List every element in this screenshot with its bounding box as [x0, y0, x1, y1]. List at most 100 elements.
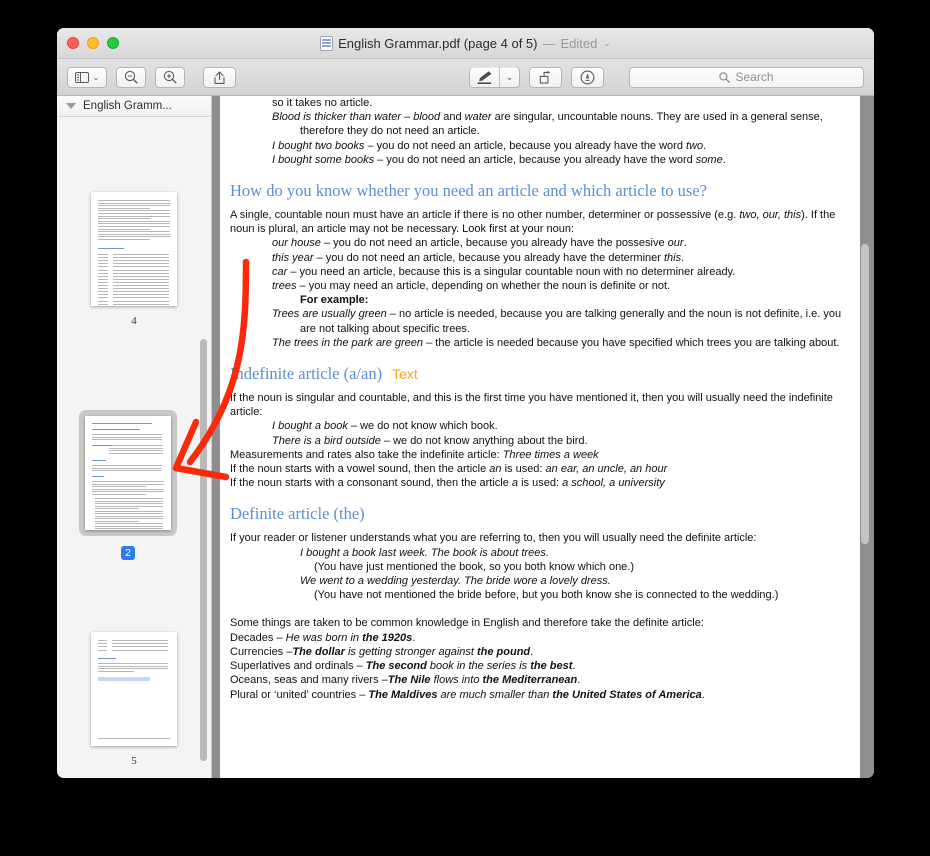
document-paragraph: I bought a book – we do not know which b…	[272, 420, 498, 433]
window-controls[interactable]	[67, 37, 119, 49]
thumbnail-text-line	[92, 423, 152, 425]
thumbnail-text-line	[98, 260, 108, 262]
thumbnail-text-line	[95, 513, 163, 515]
document-paragraph: our house – you do not need an article, …	[272, 237, 687, 250]
thumbnail-text-line	[98, 213, 170, 215]
thumbnail-text-line	[112, 646, 168, 648]
thumbnail-page-4[interactable]: 4	[71, 192, 197, 329]
document-paragraph: trees – you may need an article, dependi…	[272, 280, 671, 293]
thumbnail-page-5[interactable]: 5	[71, 632, 197, 769]
document-paragraph: Currencies –The dollar is getting strong…	[230, 645, 534, 658]
search-input[interactable]: Search	[629, 66, 864, 88]
pdf-page-content: so it takes no article. Blood is thicker …	[220, 96, 860, 702]
thumbnail-text-line	[109, 450, 163, 452]
thumbnail-text-line	[95, 503, 163, 505]
thumbnail-text-line	[98, 233, 170, 235]
thumbnail-text-line	[113, 300, 169, 302]
screen: English Grammar.pdf (page 4 of 5) — Edit…	[0, 0, 930, 856]
thumbnail-label: 4	[131, 315, 137, 327]
thumbnail-text-line	[98, 294, 108, 296]
thumbnail-list[interactable]: 4 2 5	[57, 117, 211, 778]
pdf-document-icon	[320, 36, 334, 51]
markup-button[interactable]	[470, 67, 499, 88]
thumbnail-text-line	[98, 202, 170, 204]
thumbnail-text-line	[98, 239, 150, 241]
thumbnail-text-line	[98, 263, 108, 265]
document-paragraph: If the noun starts with a consonant soun…	[230, 477, 665, 490]
thumbnail-image	[85, 416, 171, 530]
thumbnail-text-line	[95, 505, 163, 507]
text-annotation[interactable]: Text	[392, 366, 418, 382]
thumbnail-text-line	[92, 491, 164, 493]
thumbnail-selection-frame	[79, 410, 177, 536]
zoom-out-button[interactable]	[116, 66, 146, 88]
thumbnail-text-line	[98, 254, 108, 256]
window-titlebar[interactable]: English Grammar.pdf (page 4 of 5) — Edit…	[57, 28, 874, 59]
toolbar-markup-group: ⌄	[469, 66, 604, 88]
thumbnail-text-line	[92, 436, 162, 438]
document-pane[interactable]: so it takes no article. Blood is thicker …	[212, 96, 874, 778]
document-heading: How do you know whether you need an arti…	[230, 181, 707, 201]
thumbnail-text-line	[95, 520, 139, 522]
thumbnail-text-line	[98, 285, 108, 287]
sidebar-icon	[74, 71, 89, 83]
document-paragraph: If the noun is singular and countable, a…	[230, 392, 833, 419]
rotate-left-button[interactable]	[529, 66, 562, 88]
document-scrollbar[interactable]	[861, 244, 869, 544]
thumbnail-text-line	[98, 665, 168, 667]
thumbnail-text-line	[109, 452, 163, 454]
thumbnail-text-line	[98, 248, 124, 250]
document-paragraph: Oceans, seas and many rivers –The Nile f…	[230, 674, 581, 687]
annotate-button[interactable]	[571, 66, 604, 88]
document-paragraph: If your reader or listener understands w…	[230, 532, 757, 545]
thumbnail-text-line	[98, 288, 108, 290]
sidebar-scrollbar[interactable]	[200, 339, 207, 761]
document-paragraph: (You have not mentioned the bride before…	[314, 589, 779, 602]
thumbnail-page-2[interactable]: 2	[65, 410, 191, 561]
thumbnail-text-line	[95, 510, 163, 512]
thumbnail-text-line	[95, 528, 163, 530]
thumbnail-text-line	[98, 210, 170, 212]
document-paragraph: this year – you do not need an article, …	[272, 251, 685, 264]
document-paragraph: (You have just mentioned the book, so yo…	[314, 560, 635, 573]
thumbnail-text-line	[92, 429, 140, 431]
zoom-in-button[interactable]	[155, 66, 185, 88]
thumbnail-text-line	[112, 643, 168, 645]
thumbnail-text-line	[113, 294, 169, 296]
thumbnail-text-line	[98, 646, 107, 648]
document-paragraph: We went to a wedding yesterday. The brid…	[300, 575, 611, 588]
zoom-out-icon	[124, 70, 138, 84]
thumbnail-text-line	[98, 738, 170, 740]
thumbnail-text-line	[92, 465, 162, 467]
thumbnail-image	[91, 632, 177, 746]
thumbnail-text-line	[92, 460, 106, 462]
document-paragraph: Superlatives and ordinals – The second b…	[230, 660, 576, 673]
window-body: English Gramm... 4 2 5 so it takes no ar…	[57, 96, 874, 778]
chevron-down-icon: ⌄	[92, 72, 100, 82]
maximize-button[interactable]	[107, 37, 119, 49]
thumbnail-text-line	[98, 643, 107, 645]
document-paragraph: There is a bird outside – we do not know…	[272, 434, 588, 447]
share-button[interactable]	[203, 66, 236, 88]
pdf-page: so it takes no article. Blood is thicker …	[220, 96, 860, 778]
sidebar-toggle-button[interactable]: ⌄	[67, 66, 107, 88]
thumbnail-text-line	[113, 257, 169, 259]
thumbnail-text-line	[113, 260, 169, 262]
document-paragraph: so it takes no article.	[272, 97, 373, 109]
document-paragraph: Some things are taken to be common knowl…	[230, 617, 704, 630]
thumbnail-text-line	[95, 523, 163, 525]
document-paragraph: If the noun starts with a vowel sound, t…	[230, 463, 668, 476]
minimize-button[interactable]	[87, 37, 99, 49]
close-button[interactable]	[67, 37, 79, 49]
chevron-down-icon: ⌄	[505, 71, 514, 82]
thumbnail-text-line	[113, 281, 169, 283]
document-paragraph: Decades – He was born in the 1920s.	[230, 631, 416, 644]
thumbnail-text-line	[98, 266, 108, 268]
disclosure-triangle-icon[interactable]	[66, 103, 76, 109]
sidebar-header[interactable]: English Gramm...	[57, 96, 211, 117]
document-heading: Indefinite article (a/an) Text	[230, 364, 418, 384]
chevron-down-icon[interactable]: ⌄	[603, 38, 611, 49]
thumbnail-text-line	[98, 658, 116, 660]
thumbnail-text-line	[98, 297, 108, 299]
markup-options-button[interactable]: ⌄	[500, 67, 519, 88]
